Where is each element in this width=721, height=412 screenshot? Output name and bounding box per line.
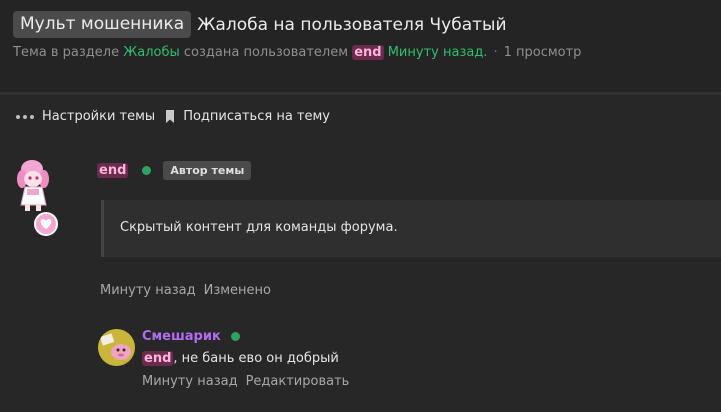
comment-mention[interactable]: end: [142, 351, 174, 366]
post-time-link[interactable]: Минуту назад: [100, 283, 196, 298]
comment-edit-button[interactable]: Редактировать: [246, 374, 350, 389]
thread-toolbar: Настройки темы Подписаться на тему: [16, 109, 330, 124]
thread-views: 1 просмотр: [503, 45, 582, 60]
thread-meta: Тема в разделе Жалобы создана пользовате…: [13, 45, 581, 60]
comment-footer: Минуту назад Редактировать: [142, 374, 349, 389]
comment-online-status-icon: [230, 332, 240, 341]
comment-author-name[interactable]: Смешарик: [142, 329, 221, 344]
header-divider: [0, 92, 721, 95]
thread-header: Мульт мошенника Жалоба на пользователя Ч…: [0, 0, 721, 92]
more-dots-icon[interactable]: [16, 114, 34, 119]
comment-text: , не бань ево он добрый: [173, 351, 339, 366]
section-link[interactable]: Жалобы: [123, 45, 180, 60]
post-footer: Минуту назад Изменено: [100, 283, 271, 298]
thread-time-link[interactable]: Минуту назад.: [388, 45, 488, 60]
thread-author-badge: Автор темы: [163, 161, 252, 180]
post-header: end Автор темы: [97, 161, 252, 180]
post-author-avatar[interactable]: [13, 153, 67, 237]
thread-prefix-badge[interactable]: Мульт мошенника: [13, 11, 192, 38]
thread-author-link[interactable]: end: [352, 45, 384, 60]
post-author-name[interactable]: end: [97, 163, 129, 178]
comment-time-link[interactable]: Минуту назад: [142, 374, 238, 389]
hidden-content-block: Скрытый контент для команды форума.: [101, 200, 721, 257]
subscribe-button[interactable]: Подписаться на тему: [183, 109, 330, 124]
thread-title: Жалоба на пользователя Чубатый: [197, 14, 507, 35]
comment-author-avatar[interactable]: [98, 329, 135, 366]
thread-title-row: Мульт мошенника Жалоба на пользователя Ч…: [13, 11, 507, 38]
bookmark-icon[interactable]: [165, 110, 175, 123]
comment-header: Смешарик: [142, 329, 240, 344]
post-edited-link[interactable]: Изменено: [204, 283, 271, 298]
meta-created-text: создана пользователем: [183, 45, 349, 60]
meta-separator: ·: [493, 45, 498, 60]
hidden-content-text: Скрытый контент для команды форума.: [120, 220, 398, 235]
thread-settings-button[interactable]: Настройки темы: [42, 109, 155, 124]
meta-prefix-text: Тема в разделе: [13, 45, 120, 60]
comment-body: end, не бань ево он добрый: [142, 351, 339, 366]
online-status-icon: [142, 166, 152, 175]
